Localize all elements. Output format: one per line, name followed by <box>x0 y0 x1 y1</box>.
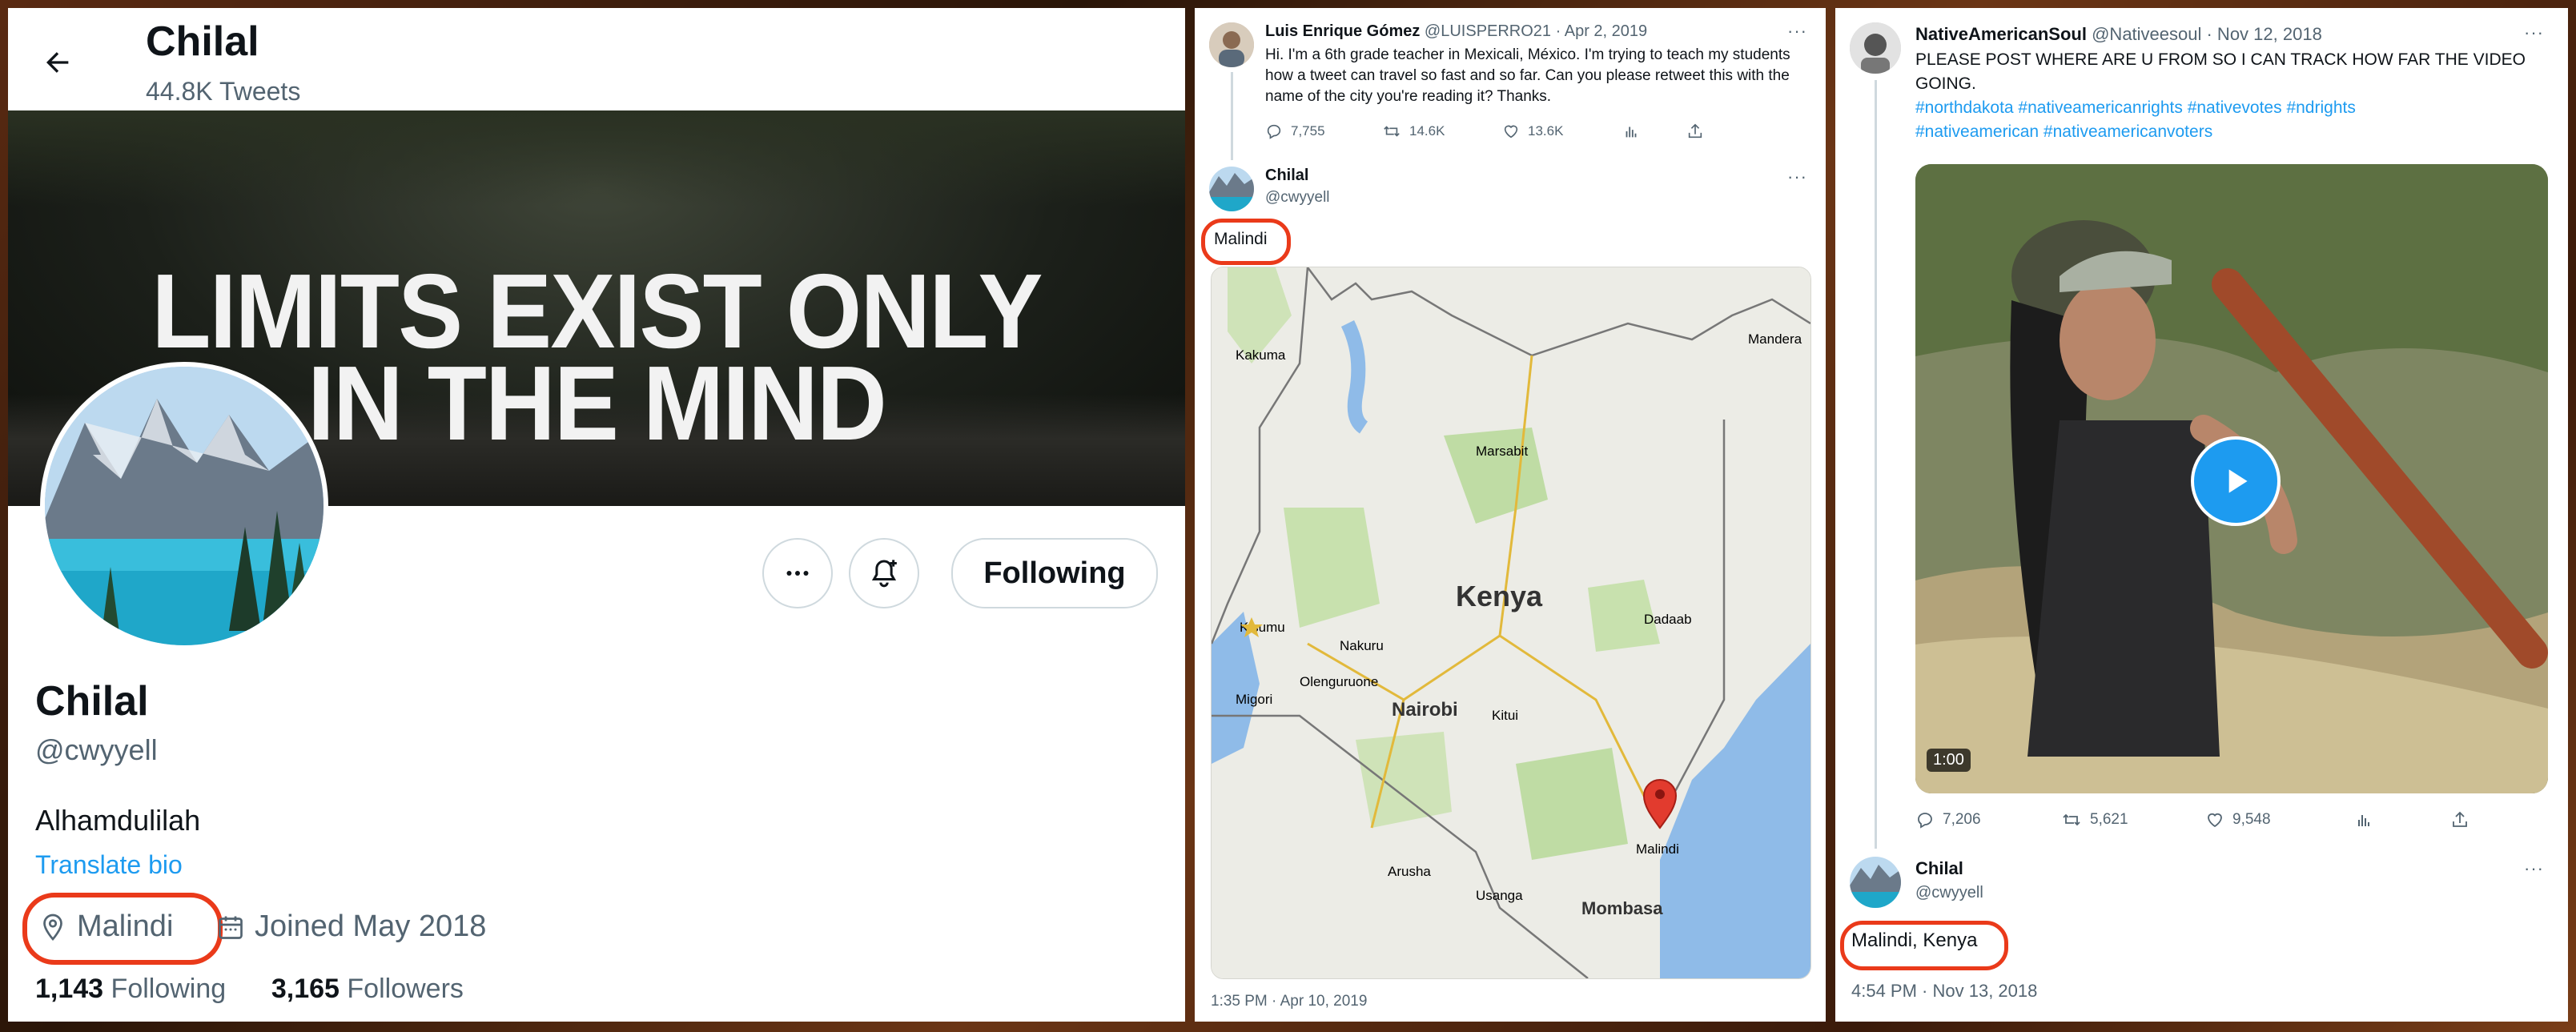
map-label-kenya: Kenya <box>1456 580 1543 612</box>
share-icon <box>1688 123 1702 139</box>
analytics-icon <box>1626 126 1637 138</box>
tweet-main-text: PLEASE POST WHERE ARE U FROM SO I CAN TR… <box>1915 50 2526 93</box>
thread-line <box>1231 72 1233 160</box>
following-link[interactable]: 1,143 Following <box>35 974 226 1004</box>
retweet-button[interactable]: 14.6K <box>1382 122 1502 140</box>
hashtags-line2[interactable]: #nativeamerican #nativeamericanvoters <box>1915 120 2540 144</box>
share-button[interactable] <box>2450 810 2470 829</box>
notification-bell-icon <box>871 560 897 588</box>
reply-author: Chilal <box>1915 858 1963 879</box>
followers-link[interactable]: 3,165 Followers <box>271 974 464 1004</box>
tweet-actions: 7,206 5,621 9,548 <box>1915 810 2470 829</box>
reply-highlight-circle <box>1201 219 1291 265</box>
reply-icon <box>1267 124 1281 139</box>
profile-avatar[interactable] <box>40 362 328 650</box>
avatar[interactable] <box>1850 22 1901 74</box>
reply-icon <box>1918 813 1932 829</box>
map-label-arusha: Arusha <box>1388 864 1431 879</box>
back-arrow-icon <box>46 52 69 73</box>
tweet-count: 44.8K Tweets <box>146 77 301 106</box>
like-button[interactable]: 9,548 <box>2205 810 2354 829</box>
tweet-timestamp[interactable]: 4:54 PM · Nov 13, 2018 <box>1851 981 2037 1002</box>
tweet-header: Luis Enrique Gómez @LUISPERRO21 · Apr 2,… <box>1265 22 1647 41</box>
retweet-icon <box>2063 813 2080 826</box>
analytics-icon <box>2358 815 2369 826</box>
profile-panel: Chilal 44.8K Tweets LIMITS EXIST ONLY IN… <box>8 8 1185 1022</box>
tweet-header: NativeAmericanSoul @Nativeesoul · Nov 12… <box>1915 24 2322 45</box>
profile-handle: @cwyyell <box>35 733 158 766</box>
reply-more-icon[interactable]: ··· <box>1787 167 1807 187</box>
reply-author-name[interactable]: Chilal <box>1265 167 1308 184</box>
analytics-button[interactable] <box>2354 810 2450 829</box>
map-label-mombasa: Mombasa <box>1581 898 1663 918</box>
tweet-text: Hi. I'm a 6th grade teacher in Mexicali,… <box>1265 46 1790 105</box>
video-duration: 1:00 <box>1927 749 1971 772</box>
tweet-timestamp[interactable]: 1:35 PM · Apr 10, 2019 <box>1211 993 1367 1010</box>
map-label-malindi: Malindi <box>1636 841 1679 857</box>
reply-handle: @cwyyell <box>1915 884 1983 901</box>
kenya-map-image[interactable]: Kakuma Marsabit Mandera Kenya Dadaab Kis… <box>1211 267 1811 979</box>
hashtags-line1[interactable]: #northdakota #nativeamericanrights #nati… <box>1915 96 2540 120</box>
map-label-marsabit: Marsabit <box>1476 444 1528 459</box>
follow-stats: 1,143 Following 3,165 Followers <box>35 974 464 1005</box>
author-meta: @Nativeesoul · Nov 12, 2018 <box>2092 24 2322 44</box>
like-icon <box>1504 125 1518 139</box>
more-options-button[interactable] <box>762 538 833 608</box>
analytics-button[interactable] <box>1622 122 1686 140</box>
share-button[interactable] <box>1686 122 1704 140</box>
header-name: Chilal <box>146 18 259 65</box>
map-label-dadaab: Dadaab <box>1644 612 1692 627</box>
map-label-kitui: Kitui <box>1492 708 1518 723</box>
more-icon <box>786 571 809 576</box>
play-icon <box>2228 469 2248 493</box>
map-label-olenguruone: Olenguruone <box>1300 674 1378 689</box>
joined-text: Joined May 2018 <box>255 910 487 943</box>
profile-bio: Alhamdulilah <box>35 804 201 837</box>
calendar-icon <box>219 916 243 939</box>
retweet-button[interactable]: 5,621 <box>2061 810 2205 829</box>
more-icon[interactable]: ··· <box>1787 21 1807 42</box>
tweet-panel-video: NativeAmericanSoul @Nativeesoul · Nov 12… <box>1835 8 2568 1022</box>
tweet-actions: 7,755 14.6K 13.6K <box>1265 122 1704 140</box>
tweet-text: PLEASE POST WHERE ARE U FROM SO I CAN TR… <box>1915 48 2540 144</box>
translate-bio-link[interactable]: Translate bio <box>35 850 183 880</box>
back-button[interactable] <box>32 37 83 88</box>
author-meta: @LUISPERRO21 · Apr 2, 2019 <box>1424 22 1648 40</box>
author-name[interactable]: Luis Enrique Gómez <box>1265 22 1420 40</box>
profile-joined: Joined May 2018 <box>216 910 486 944</box>
map-label-nakuru: Nakuru <box>1340 638 1384 653</box>
map-label-kakuma: Kakuma <box>1236 347 1286 363</box>
reply-author-name[interactable]: Chilal <box>1915 858 1963 878</box>
reply-handle: @cwyyell <box>1265 189 1330 206</box>
reply-more-icon[interactable]: ··· <box>2524 858 2544 879</box>
reply-highlight-circle <box>1840 921 2008 970</box>
tweet-panel-map: Luis Enrique Gómez @LUISPERRO21 · Apr 2,… <box>1195 8 1826 1022</box>
like-button[interactable]: 13.6K <box>1502 122 1622 140</box>
map-label-migori: Migori <box>1236 692 1272 707</box>
thread-line <box>1875 80 1877 849</box>
reply-avatar[interactable] <box>1850 857 1901 908</box>
play-button[interactable] <box>2191 436 2281 526</box>
retweet-icon <box>1384 126 1400 137</box>
video-player[interactable]: 1:00 <box>1915 164 2548 793</box>
share-icon <box>2453 811 2467 827</box>
like-icon <box>2208 813 2222 828</box>
author-name[interactable]: NativeAmericanSoul <box>1915 24 2087 44</box>
map-label-mandera: Mandera <box>1748 331 1802 347</box>
reply-button[interactable]: 7,206 <box>1915 810 2061 829</box>
profile-name: Chilal <box>35 678 149 725</box>
following-button[interactable]: Following <box>951 538 1158 608</box>
location-highlight-circle <box>22 893 223 965</box>
notifications-button[interactable] <box>849 538 919 608</box>
reply-avatar[interactable] <box>1209 167 1254 211</box>
more-icon[interactable]: ··· <box>2524 22 2544 43</box>
map-label-nairobi: Nairobi <box>1392 699 1458 721</box>
reply-button[interactable]: 7,755 <box>1265 122 1382 140</box>
reply-author: Chilal <box>1265 167 1308 185</box>
avatar[interactable] <box>1209 22 1254 67</box>
map-label-usanga: Usanga <box>1476 888 1523 903</box>
